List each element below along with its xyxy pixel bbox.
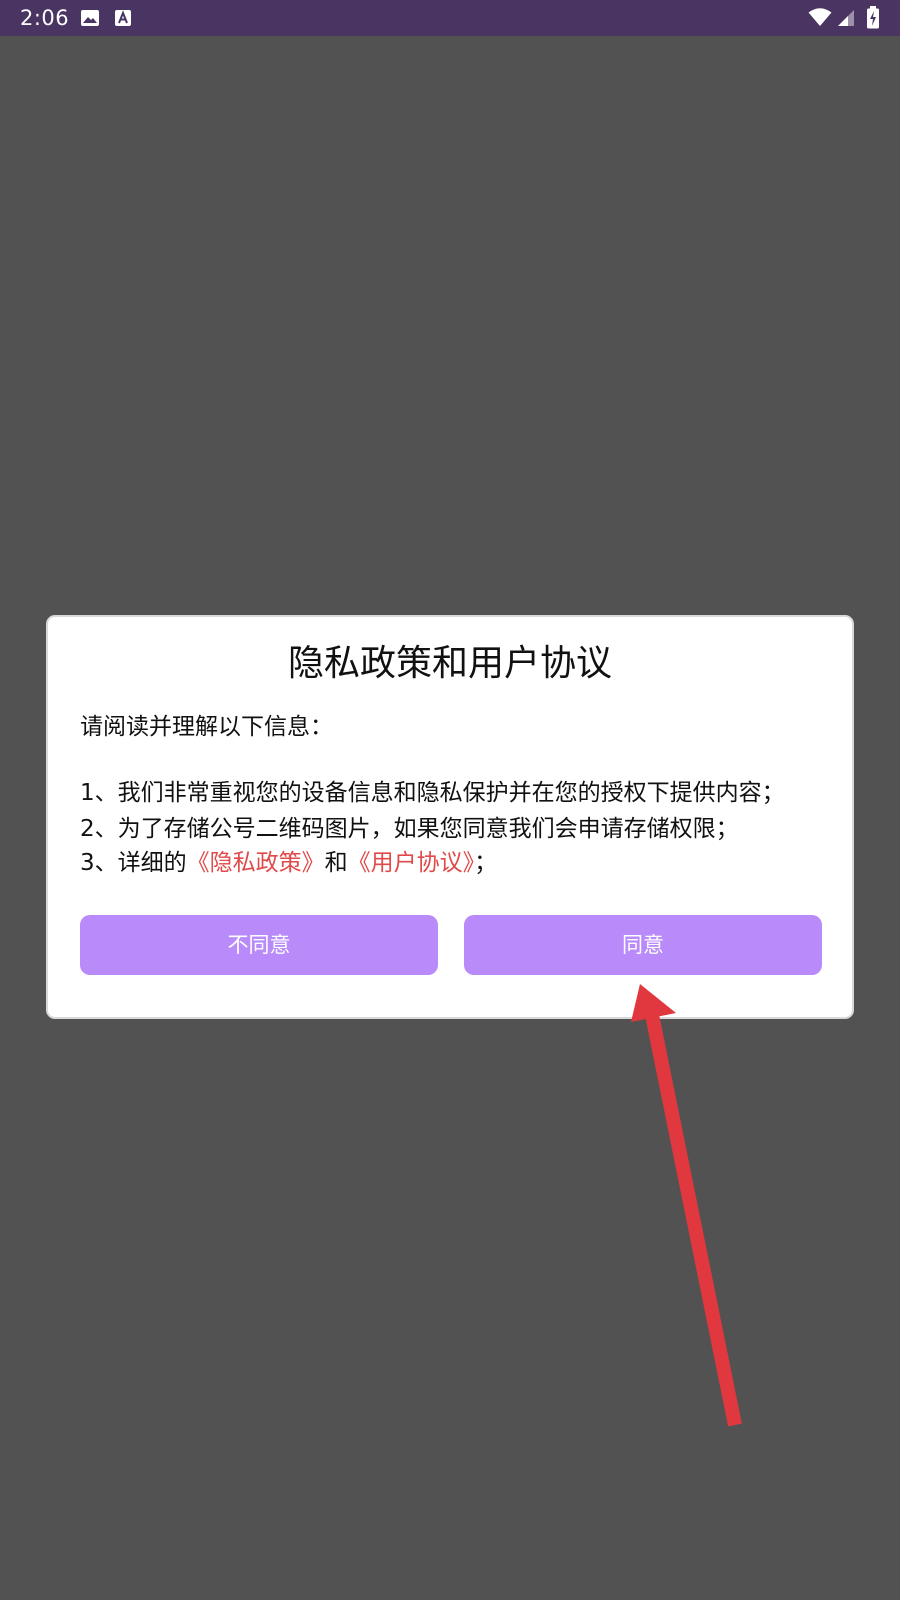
privacy-dialog: 隐私政策和用户协议 请阅读并理解以下信息： 1、我们非常重视您的设备信息和隐私保… [46, 615, 854, 1019]
status-time: 2:06 [20, 6, 70, 30]
image-icon [81, 10, 99, 26]
keyboard-a-icon [115, 10, 131, 26]
battery-charging-icon [867, 6, 879, 29]
agree-button[interactable]: 同意 [464, 915, 822, 975]
clause-storage-permission: 2、为了存储公号二维码图片，如果您同意我们会申请存储权限； [80, 816, 739, 842]
clause-3-and: 和 [324, 850, 348, 876]
disagree-button[interactable]: 不同意 [80, 915, 438, 975]
clause-documents: 3、详细的《隐私政策》和《用户协议》； [80, 847, 497, 879]
clause-device-info: 1、我们非常重视您的设备信息和隐私保护并在您的授权下提供内容； [80, 780, 785, 806]
status-bar: 2:06 [0, 0, 900, 36]
dialog-intro: 请阅读并理解以下信息： [80, 714, 333, 740]
privacy-policy-link[interactable]: 《隐私政策》 [187, 850, 325, 876]
dialog-title: 隐私政策和用户协议 [287, 643, 612, 684]
clause-3-suffix: ； [474, 850, 498, 876]
wifi-icon [808, 8, 832, 26]
user-agreement-link[interactable]: 《用户协议》 [348, 850, 475, 876]
signal-icon [838, 10, 854, 26]
clause-3-prefix: 3、详细的 [80, 850, 187, 876]
